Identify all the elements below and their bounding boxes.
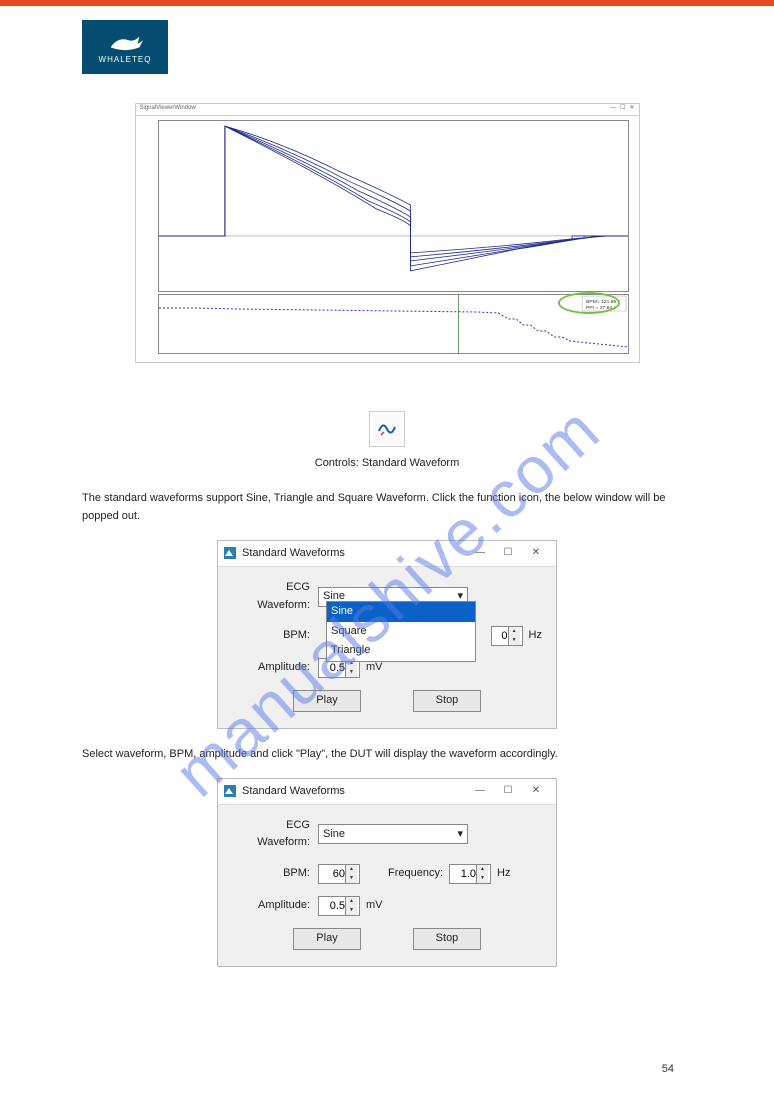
dialog-app-icon bbox=[224, 785, 236, 797]
play-button[interactable]: Play bbox=[293, 928, 361, 950]
dialog-titlebar: Standard Waveforms — ☐ ✕ bbox=[218, 541, 556, 567]
maximize-button[interactable]: ☐ bbox=[494, 781, 522, 801]
minimize-button[interactable]: — bbox=[466, 781, 494, 801]
close-button[interactable]: ✕ bbox=[522, 781, 550, 801]
frequency-input[interactable] bbox=[450, 868, 476, 880]
frequency-unit: Hz bbox=[529, 627, 542, 645]
option-square[interactable]: Square bbox=[327, 622, 475, 642]
minimize-icon[interactable]: — bbox=[610, 104, 616, 115]
ecg-waveform-dropdown-list[interactable]: Sine Square Triangle bbox=[326, 601, 476, 662]
spinner-down-icon[interactable]: ▼ bbox=[509, 636, 520, 645]
lower-chart-area: BPM= 121.95 PPI = 37.64 s bbox=[158, 294, 629, 354]
standard-waveforms-dialog: Standard Waveforms — ☐ ✕ ECG Waveform: S… bbox=[217, 778, 557, 967]
spinner-down-icon[interactable]: ▼ bbox=[346, 668, 357, 677]
maximize-button[interactable]: ☐ bbox=[494, 543, 522, 563]
upper-chart-area bbox=[158, 120, 629, 292]
spinner-up-icon[interactable]: ▲ bbox=[477, 865, 488, 874]
bpm-label: BPM: bbox=[232, 865, 318, 883]
amplitude-unit: mV bbox=[366, 897, 383, 915]
spinner-up-icon[interactable]: ▲ bbox=[346, 865, 357, 874]
play-button[interactable]: Play bbox=[293, 690, 361, 712]
bpm-label: BPM: bbox=[232, 627, 318, 645]
chart-legend-ppi: PPI = 37.64 s bbox=[586, 305, 616, 311]
ecg-waveform-value: Sine bbox=[323, 826, 345, 844]
standard-waveforms-dialog-expanded: Standard Waveforms — ☐ ✕ ECG Waveform: S… bbox=[217, 540, 557, 729]
option-sine[interactable]: Sine bbox=[327, 602, 475, 622]
standard-waveform-icon[interactable] bbox=[373, 415, 401, 443]
bpm-spinner[interactable]: ▲▼ bbox=[318, 864, 360, 884]
amplitude-label: Amplitude: bbox=[232, 897, 318, 915]
chart-window: SignalViewerWindow — ☐ ✕ bbox=[135, 103, 640, 363]
brand-logo: WHALETEQ bbox=[82, 20, 168, 74]
chart-window-title: SignalViewerWindow bbox=[140, 104, 196, 115]
dialog-titlebar: Standard Waveforms — ☐ ✕ bbox=[218, 779, 556, 805]
amplitude-label: Amplitude: bbox=[232, 659, 318, 677]
option-triangle[interactable]: Triangle bbox=[327, 641, 475, 661]
maximize-icon[interactable]: ☐ bbox=[620, 104, 625, 115]
bpm-input[interactable] bbox=[319, 868, 345, 880]
spinner-down-icon[interactable]: ▼ bbox=[346, 874, 357, 883]
stop-button[interactable]: Stop bbox=[413, 928, 481, 950]
close-icon[interactable]: ✕ bbox=[629, 104, 634, 115]
frequency-spinner-partial[interactable]: ▲▼ bbox=[491, 626, 523, 646]
ecg-waveform-label: ECG Waveform: bbox=[232, 579, 318, 614]
chart-window-titlebar: SignalViewerWindow — ☐ ✕ bbox=[136, 104, 639, 116]
brand-text: WHALETEQ bbox=[99, 55, 152, 64]
amplitude-input[interactable] bbox=[319, 662, 345, 674]
dialog-app-icon bbox=[224, 547, 236, 559]
amplitude-spinner[interactable]: ▲▼ bbox=[318, 896, 360, 916]
stop-button[interactable]: Stop bbox=[413, 690, 481, 712]
ecg-waveform-select[interactable]: Sine ▾ bbox=[318, 824, 468, 844]
amplitude-input[interactable] bbox=[319, 900, 345, 912]
dialog-title: Standard Waveforms bbox=[242, 545, 466, 563]
frequency-label: Frequency: bbox=[388, 865, 443, 883]
body-paragraph-2: Select waveform, BPM, amplitude and clic… bbox=[82, 745, 692, 764]
waveform-button-thumbnail bbox=[369, 411, 405, 447]
whale-icon bbox=[107, 31, 143, 53]
amplitude-unit: mV bbox=[366, 659, 383, 677]
frequency-input-partial[interactable] bbox=[492, 630, 508, 642]
spinner-up-icon[interactable]: ▲ bbox=[346, 897, 357, 906]
controls-caption: Controls: Standard Waveform bbox=[82, 455, 692, 473]
minimize-button[interactable]: — bbox=[466, 543, 494, 563]
spinner-down-icon[interactable]: ▼ bbox=[477, 874, 488, 883]
spinner-down-icon[interactable]: ▼ bbox=[346, 906, 357, 915]
ecg-waveform-label: ECG Waveform: bbox=[232, 817, 318, 852]
chevron-down-icon: ▾ bbox=[457, 826, 463, 844]
page-content: SignalViewerWindow — ☐ ✕ bbox=[82, 6, 692, 967]
body-paragraph: The standard waveforms support Sine, Tri… bbox=[82, 489, 692, 526]
dialog-title: Standard Waveforms bbox=[242, 783, 466, 801]
spinner-up-icon[interactable]: ▲ bbox=[509, 627, 520, 636]
page-number: 54 bbox=[662, 1063, 674, 1075]
frequency-unit: Hz bbox=[497, 865, 510, 883]
close-button[interactable]: ✕ bbox=[522, 543, 550, 563]
frequency-spinner[interactable]: ▲▼ bbox=[449, 864, 491, 884]
